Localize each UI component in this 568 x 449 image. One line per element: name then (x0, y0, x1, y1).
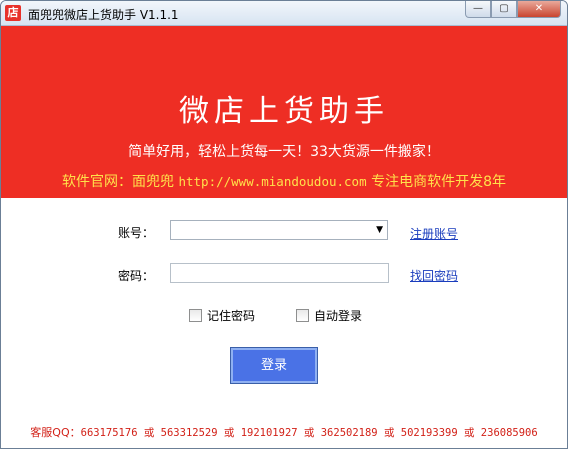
site-suffix: 专注电商软件开发8年 (366, 174, 506, 190)
site-prefix: 软件官网：面兜兜 (62, 174, 179, 190)
title-bar[interactable]: 店 面兜兜微店上货助手 V1.1.1 — ▢ ✕ (1, 1, 567, 26)
close-button[interactable]: ✕ (517, 1, 561, 18)
auto-login-label: 自动登录 (314, 309, 363, 323)
footer-qq-numbers: 663175176 或 563312529 或 192101927 或 3625… (80, 427, 538, 439)
minimize-icon: — (473, 3, 483, 14)
login-button[interactable]: 登录 (230, 347, 318, 384)
window-title: 面兜兜微店上货助手 V1.1.1 (28, 8, 179, 22)
window-controls: — ▢ ✕ (465, 1, 561, 19)
remember-password-checkbox[interactable]: 记住密码 (189, 307, 255, 324)
close-icon: ✕ (534, 3, 544, 14)
password-input[interactable] (170, 263, 389, 283)
app-store-icon: 店 (5, 5, 21, 21)
maximize-icon: ▢ (499, 3, 509, 14)
recover-password-link[interactable]: 找回密码 (410, 267, 458, 284)
app-window: 店 面兜兜微店上货助手 V1.1.1 — ▢ ✕ 微店上货助手 简单好用，轻松上… (0, 0, 568, 449)
auto-login-checkbox[interactable]: 自动登录 (296, 307, 362, 324)
customer-service-qq: 客服QQ：663175176 或 563312529 或 192101927 或… (1, 424, 567, 440)
checkbox-box[interactable] (296, 309, 309, 322)
banner-title: 微店上货助手 (179, 94, 389, 129)
dropdown-arrow-icon[interactable]: ▼ (376, 225, 383, 235)
maximize-button[interactable]: ▢ (491, 1, 517, 18)
site-url: http://www.miandoudou.com (178, 174, 367, 189)
footer-prefix: 客服QQ： (30, 426, 81, 439)
account-label: 账号： (118, 226, 155, 240)
banner-website: 软件官网：面兜兜 http://www.miandoudou.com 专注电商软… (1, 171, 567, 191)
minimize-button[interactable]: — (465, 1, 491, 18)
checkbox-box[interactable] (189, 309, 202, 322)
header-banner: 微店上货助手 简单好用，轻松上货每一天！33大货源一件搬家！ 软件官网：面兜兜 … (1, 26, 567, 198)
remember-password-label: 记住密码 (207, 309, 256, 323)
register-account-link[interactable]: 注册账号 (410, 225, 458, 242)
account-combobox[interactable]: ▼ (170, 220, 388, 241)
account-input[interactable] (171, 223, 373, 241)
banner-subtitle: 简单好用，轻松上货每一天！33大货源一件搬家！ (128, 144, 440, 160)
password-label: 密码： (118, 269, 155, 283)
